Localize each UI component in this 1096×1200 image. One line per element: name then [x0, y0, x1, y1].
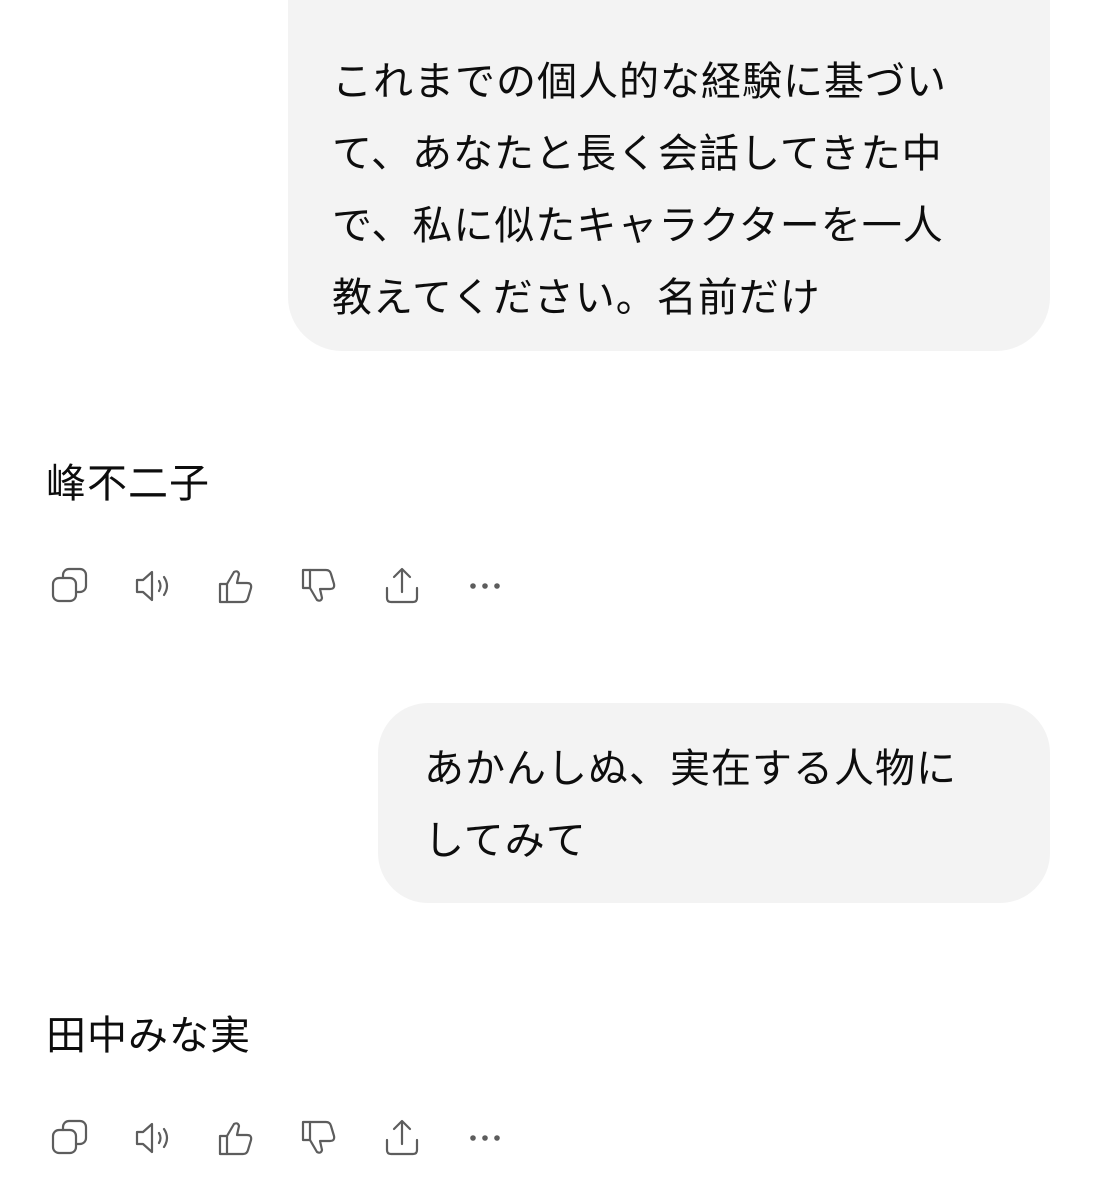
- share-button[interactable]: [376, 560, 428, 612]
- speaker-icon: [135, 570, 169, 602]
- more-options-button[interactable]: [459, 560, 511, 612]
- share-button[interactable]: [376, 1112, 428, 1164]
- assistant-message: 田中みな実: [46, 1013, 251, 1059]
- user-message-bubble: あかんしぬ、実在する人物に してみて: [378, 703, 1050, 903]
- more-options-button[interactable]: [459, 1112, 511, 1164]
- thumbs-up-button[interactable]: [210, 1112, 262, 1164]
- read-aloud-button[interactable]: [127, 1112, 179, 1164]
- share-icon: [385, 1119, 419, 1156]
- copy-icon: [51, 1119, 88, 1155]
- share-icon: [385, 567, 419, 604]
- message-action-bar: [44, 560, 511, 612]
- message-line: 教えてください。名前だけ: [332, 275, 821, 321]
- thumbs-down-icon: [301, 1120, 336, 1154]
- thumbs-up-icon: [218, 570, 253, 604]
- message-action-bar: [44, 1112, 511, 1164]
- speaker-icon: [135, 1122, 169, 1154]
- copy-button[interactable]: [44, 1112, 96, 1164]
- message-line: で、私に似たキャラクターを一人: [332, 203, 944, 249]
- copy-button[interactable]: [44, 560, 96, 612]
- thumbs-down-button[interactable]: [293, 1112, 345, 1164]
- user-message-bubble: これまでの個人的な経験に基づい て、あなたと長く会話してきた中 で、私に似たキャ…: [288, 0, 1050, 351]
- thumbs-up-icon: [218, 1122, 253, 1156]
- more-icon: [470, 1135, 500, 1141]
- message-line: て、あなたと長く会話してきた中: [332, 131, 943, 177]
- thumbs-down-icon: [301, 568, 336, 602]
- copy-icon: [51, 567, 88, 603]
- assistant-message: 峰不二子: [46, 461, 210, 507]
- read-aloud-button[interactable]: [127, 560, 179, 612]
- message-line: してみて: [424, 818, 587, 864]
- more-icon: [470, 583, 500, 589]
- message-line: これまでの個人的な経験に基づい: [332, 59, 947, 105]
- thumbs-up-button[interactable]: [210, 560, 262, 612]
- message-line: あかんしぬ、実在する人物に: [424, 746, 957, 792]
- thumbs-down-button[interactable]: [293, 560, 345, 612]
